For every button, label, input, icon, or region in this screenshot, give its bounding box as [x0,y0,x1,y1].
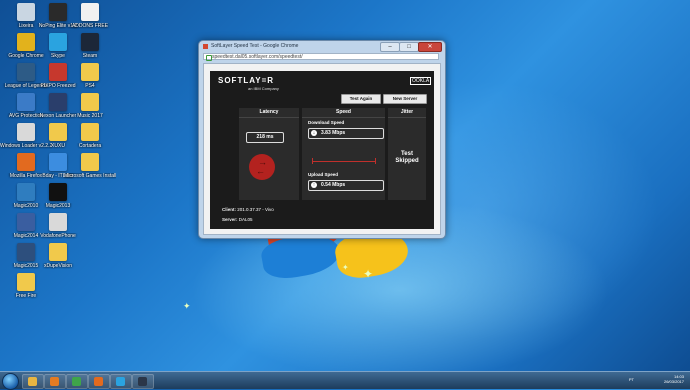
upload-value: 0.54 Mbps [321,182,346,188]
sparkle-icon: ✦ [183,301,191,311]
desktop-icon-image [49,213,67,231]
favicon-icon [203,44,208,49]
skype-icon [116,377,125,386]
client-info: Client: 201.0.37.37 - Vivo [222,207,274,212]
desktop-icon-label: Microsoft Games Installers [64,173,116,179]
desktop-icon[interactable]: PS4 [64,63,116,89]
meter-tick [312,158,313,164]
maximize-button[interactable]: □ [399,42,419,52]
desktop-icon-image [49,183,67,201]
softlayer-logo: SOFTLAY=R [218,76,275,85]
jitter-status-line2: Skipped [395,158,419,164]
desktop-icon-image [17,273,35,291]
client-value: 201.0.37.37 - Vivo [237,207,274,212]
close-button[interactable]: ✕ [418,42,442,52]
desktop-icon-label: Steam [82,53,98,59]
server-value: DAL05 [238,217,253,222]
desktop-icon-label: Free Fire [15,293,37,299]
clock-date: 26/03/2017 [663,379,684,384]
address-url: speedtest.dal05.softlayer.com/speedtest/ [212,54,303,60]
download-value: 3.83 Mbps [321,130,346,136]
speedtest-app: SOFTLAY=R an IBM Company OOKLA Test Agai… [210,71,434,229]
page-content: SOFTLAY=R an IBM Company OOKLA Test Agai… [203,63,441,235]
taskbar-button[interactable] [22,374,44,389]
taskbar: PT 14:03 26/03/2017 [0,371,690,390]
taskbar-button[interactable] [66,374,88,389]
desktop-icon[interactable]: Cortadera [64,123,116,149]
window-title: SoftLayer Speed Test - Google Chrome [211,43,299,49]
media-icon [50,377,59,386]
desktop-icon[interactable]: ADDONS FREE [64,3,116,29]
clock[interactable]: 14:03 26/03/2017 [664,374,684,384]
desktop-icon-label: ADDONS FREE [71,23,109,29]
start-button[interactable] [2,373,19,390]
desktop-icon-image [81,93,99,111]
speed-header: Speed [302,108,385,118]
desktop-icon[interactable]: Steam [64,33,116,59]
taskbar-button[interactable] [44,374,66,389]
latency-header: Latency [239,108,299,118]
desktop-icon-image [81,153,99,171]
download-label: Download Speed [308,120,345,125]
server-info: Server: DAL05 [222,217,253,222]
desktop-icon[interactable]: xDupeVision [32,243,84,269]
desktop-icon[interactable]: VodafonePhone [32,213,84,239]
client-label: Client: [222,207,236,212]
desktop-icon-image [81,63,99,81]
latency-panel: Latency 218 ms → ← [239,108,299,200]
taskbar-button[interactable] [132,374,154,389]
desktop-icon-label: VodafonePhone [40,233,76,239]
language-indicator[interactable]: PT [629,377,634,382]
latency-value: 218 ms [246,132,284,143]
desktop-icon[interactable]: Music 2017 [64,93,116,119]
download-value-box: ↓ 3.83 Mbps [308,128,384,139]
jitter-status-line1: Test [401,151,413,157]
server-label: Server: [222,217,238,222]
upload-label: Upload Speed [308,172,339,177]
jitter-header: Jitter [388,108,426,118]
refresh-arrows-icon: → ← [249,154,275,180]
desktop-icon-label: PS4 [85,83,95,89]
desktop-icon-image [81,33,99,51]
desktop-icon-image [81,123,99,141]
address-bar[interactable]: speedtest.dal05.softlayer.com/speedtest/ [203,53,439,61]
taskbar-button[interactable] [110,374,132,389]
upload-value-box: ↑ 0.54 Mbps [308,180,384,191]
jitter-status: Test Skipped [388,151,426,165]
steam-icon [138,377,147,386]
desktop-icon[interactable]: Magic2013 [32,183,84,209]
meter-tick [375,158,376,164]
desktop-icon-label: xDupeVision [44,263,72,269]
chrome-icon [72,377,81,386]
desktop-icon[interactable]: Free Fire [0,273,52,299]
speed-meter [312,158,376,164]
lock-icon [206,55,212,61]
desktop-icon-image [49,243,67,261]
desktop-icon[interactable]: Microsoft Games Installers [64,153,116,179]
minimize-button[interactable]: – [380,42,400,52]
desktop-icon-label: Cortadera [78,143,102,149]
upload-arrow-icon: ↑ [311,182,317,188]
desktop-icon-label: Music 2017 [77,113,103,119]
desktop-icon-image [81,3,99,21]
new-server-button[interactable]: New Server [383,94,427,104]
ookla-logo: OOKLA [410,77,432,85]
sparkle-icon: ✦ [363,267,374,281]
desktop-icon-label: Magic2013 [45,203,71,209]
chrome-window[interactable]: SoftLayer Speed Test - Google Chrome – □… [198,40,446,239]
sparkle-icon: ✦ [342,263,349,272]
jitter-panel: Jitter Test Skipped [388,108,426,200]
explorer-icon [28,377,37,386]
speed-panel: Speed Download Speed ↓ 3.83 Mbps Upload … [302,108,385,200]
taskbar-button[interactable] [88,374,110,389]
firefox-icon [94,377,103,386]
test-again-button[interactable]: Test Again [341,94,381,104]
download-arrow-icon: ↓ [311,130,317,136]
softlayer-logo-subtitle: an IBM Company [248,86,279,91]
